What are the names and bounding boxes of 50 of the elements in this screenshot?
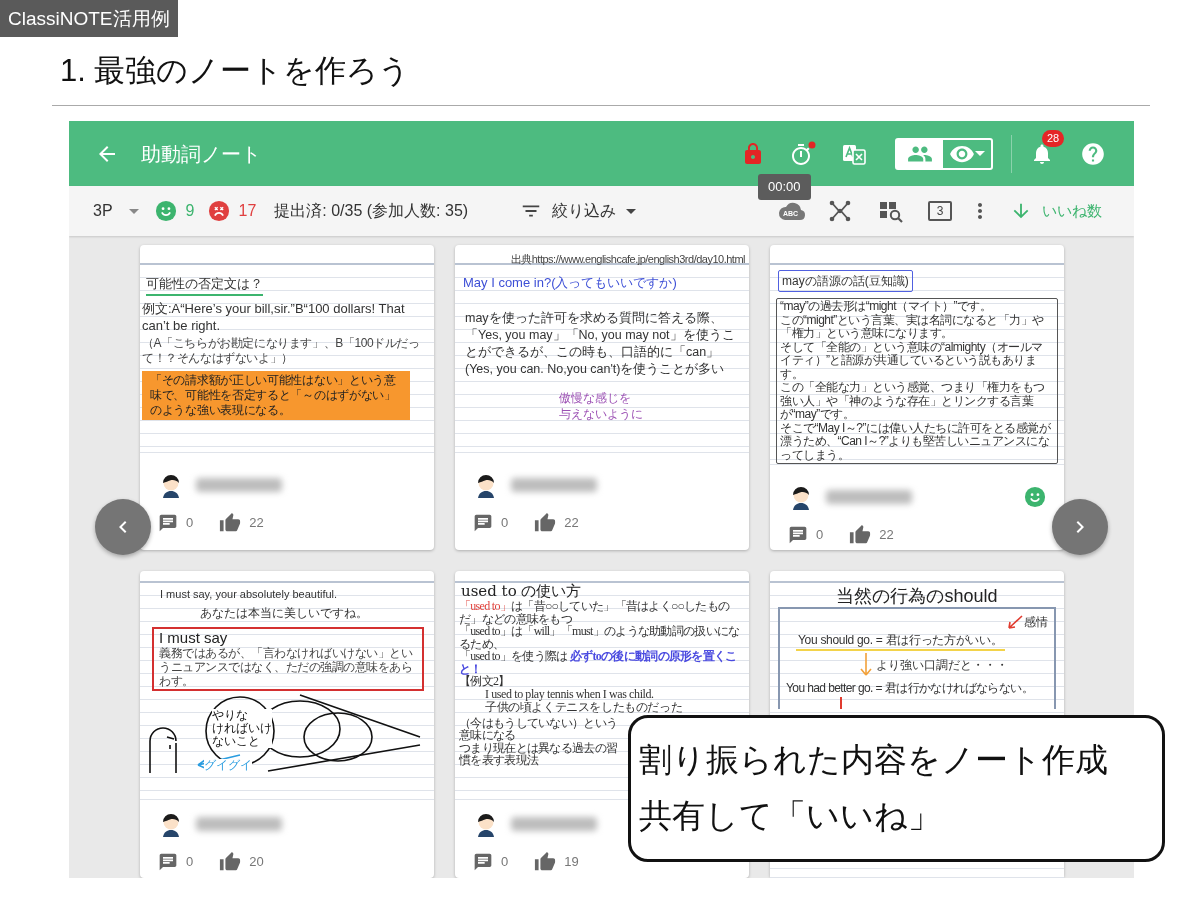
comment-count: 0 bbox=[501, 853, 509, 872]
note-text: つまり現在とは異なる過去の習慣を表す表現法 bbox=[458, 741, 619, 767]
boxed-text: 義務ではあるが、「言わなければいけない」というニュアンスではなく、ただの強調の意味をあらわす。 bbox=[159, 645, 414, 688]
note-text: （A「こちらがお勘定になります」、B「100ドルだって！？そんなはずないよ」） bbox=[141, 334, 421, 367]
like-count: 22 bbox=[879, 526, 894, 545]
comment-count: 0 bbox=[186, 853, 194, 872]
comment-count: 0 bbox=[816, 526, 824, 545]
note-text: （今はもうしていない）という意味になる bbox=[458, 716, 619, 742]
notification-badge: 28 bbox=[1042, 129, 1065, 147]
like-count: 20 bbox=[249, 853, 264, 872]
note-title: 助動詞ノート bbox=[141, 141, 261, 167]
comment-count: 0 bbox=[501, 514, 509, 533]
callout-text: 共有して「いいね」 bbox=[639, 796, 942, 836]
slide-tag: ClassiNOTE活用例 bbox=[0, 0, 178, 37]
diagram-title: 当然の行為のshould bbox=[835, 585, 999, 607]
handwritten-label: グイグイ bbox=[204, 758, 252, 772]
boxed-heading: I must say bbox=[159, 628, 229, 646]
good-count: 9 bbox=[185, 201, 195, 221]
framed-note: “may”の過去形は“might（マイト）”です。 この“might”という言葉、実は名詞になると「力」や「権力」という意味になります。 そして「全能の」という意味の“almighty（オールマイティ）”と語源が共通しているという説もあります。 この「全能な力」という感覚、つまり「権力をもつ強い人」や「神のような存在」とリンクする言葉が“may”です。 そこで“May I～?”には偉い人たちに許可をとる感覚が漂うため、“Can I～?”よりも堅苦しいニュアンスになってしまう。 bbox=[776, 298, 1058, 464]
bad-count: 17 bbox=[238, 201, 257, 221]
note-text: mayを使った許可を求める質問に答える際、「Yes, you may」「No, you may not」を使うことができるが、この時も、口語的に「can」(Yes, you can. No,you can't)を使うことが多い bbox=[464, 310, 736, 378]
like-count: 19 bbox=[564, 853, 579, 872]
timer-tooltip: 00:00 bbox=[758, 174, 811, 200]
submission-status: 提出済: 0/35 (参加人数: 35) bbox=[274, 201, 469, 221]
note-heading: used to の使い方 bbox=[461, 583, 583, 599]
diagram-sentence: You had better go. = 君は行かなければならない。 bbox=[786, 680, 1034, 697]
note-heading: 可能性の否定文は？ bbox=[146, 274, 263, 296]
slide-title: 1. 最強のノートを作ろう bbox=[60, 52, 412, 90]
note-text: あなたは本当に美しいですね。 bbox=[200, 604, 369, 622]
note-text: 「used to」を使う際は 必ずtoの後に動詞の原形を置くこと！ bbox=[458, 650, 738, 675]
highlighted-note: 「その請求額が正しい可能性はない」という意味で、可能性を否定すると「～のはずがない」のような強い表現になる。 bbox=[142, 370, 410, 420]
note-text: I used to play tennis when I was child. bbox=[485, 687, 655, 701]
like-count: 22 bbox=[564, 514, 579, 533]
emotion-label: 感情 bbox=[1024, 614, 1048, 631]
note-text: 「used to」は「昔○○していた」「昔はよく○○したものだ」などの意味をもつ bbox=[458, 600, 731, 625]
handwritten-note: やりな ければいけ ないこと bbox=[212, 708, 272, 748]
callout-text: 割り振られた内容をノート作成 bbox=[639, 740, 1109, 780]
diagram-note: より強い口調だと・・・ bbox=[876, 657, 1008, 674]
aside-note: 傲慢な感じを 与えないように bbox=[559, 390, 644, 422]
note-text: 子供の頃よくテニスをしたものだった bbox=[484, 700, 684, 714]
like-count: 22 bbox=[249, 514, 264, 533]
note-heading: May I come in?(入ってもいいですか) bbox=[462, 273, 678, 292]
note-text: I must say, your absolutely beautiful. bbox=[160, 587, 339, 602]
note-text: 例文:A“Here’s your bill,sir.”B“100 dollars! That can’t be right. bbox=[141, 299, 406, 334]
note-text: 「used to」は「will」「must」のような助動詞の扱いになるため、 bbox=[458, 625, 741, 650]
source-text: 出典https://www.englishcafe.jp/english3rd/day10.html bbox=[509, 252, 745, 267]
note-heading: mayの語源の話(豆知識) bbox=[778, 270, 913, 292]
comment-count: 0 bbox=[186, 514, 194, 533]
note-text: 【例文2】 bbox=[458, 675, 511, 688]
diagram-sentence: You should go. = 君は行った方がいい。 bbox=[796, 631, 1005, 651]
